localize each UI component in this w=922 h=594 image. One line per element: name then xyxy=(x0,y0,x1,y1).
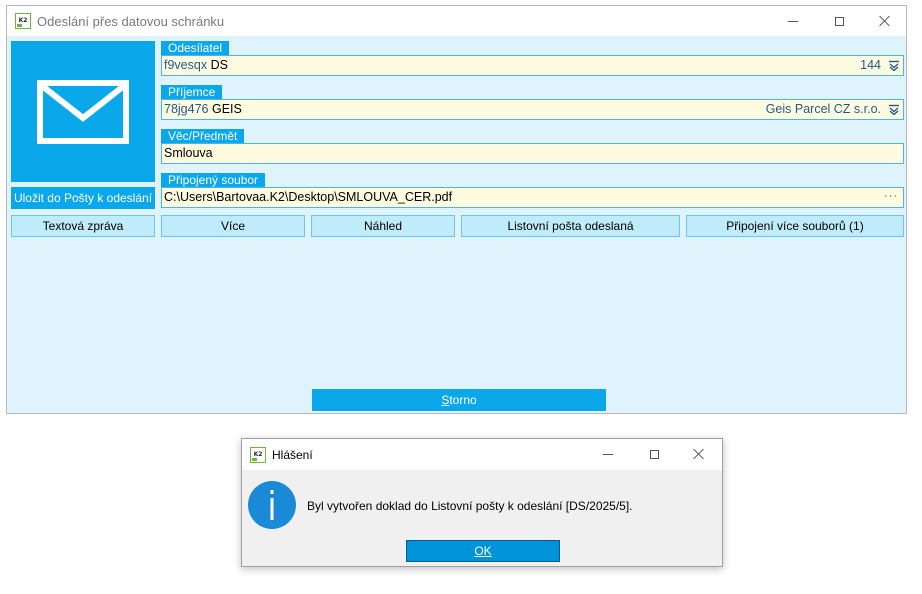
sender-code: f9vesqx xyxy=(164,58,208,72)
attachment-label: Připojený soubor xyxy=(161,173,266,187)
more-button[interactable]: Více xyxy=(161,215,305,237)
title-bar[interactable]: K2 Odeslání přes datovou schránku xyxy=(7,6,906,36)
window-title: Odeslání přes datovou schránku xyxy=(37,14,225,29)
info-icon xyxy=(248,481,296,529)
dialog-message: Byl vytvořen doklad do Listovní pošty k … xyxy=(307,499,633,513)
minimize-icon xyxy=(788,20,798,22)
minimize-button[interactable] xyxy=(770,6,816,36)
minimize-icon xyxy=(603,453,613,455)
recipient-code: 78jg476 xyxy=(164,102,209,116)
sender-name: DS xyxy=(210,58,228,72)
k2-app-icon: K2 xyxy=(15,13,31,29)
ok-button[interactable]: OK xyxy=(406,540,560,562)
ok-label: OK xyxy=(474,544,492,558)
message-dialog: K2 Hlášení Byl vytvořen doklad do Listov… xyxy=(241,438,723,567)
maximize-icon xyxy=(834,16,844,26)
attachment-path: C:\Users\Bartovaa.K2\Desktop\SMLOUVA_CER… xyxy=(164,190,453,204)
subject-field[interactable]: Smlouva xyxy=(161,143,904,164)
sender-field[interactable]: f9vesqx DS 144 xyxy=(161,55,904,76)
sent-mail-button[interactable]: Listovní pošta odeslaná xyxy=(461,215,680,237)
dialog-close-button[interactable] xyxy=(676,439,722,469)
dropdown-icon[interactable] xyxy=(888,60,900,71)
dialog-title-bar[interactable]: K2 Hlášení xyxy=(242,439,722,470)
send-via-databox-window: K2 Odeslání přes datovou schránku Uložit… xyxy=(6,5,907,414)
window-client-area: Uložit do Pošty k odeslání Odesílatel f9… xyxy=(7,36,906,413)
mailbox-tile xyxy=(11,41,155,182)
sender-label: Odesílatel xyxy=(161,41,230,55)
maximize-icon xyxy=(649,449,659,459)
close-button[interactable] xyxy=(862,6,908,36)
recipient-name: GEIS xyxy=(211,102,242,116)
sender-number: 144 xyxy=(860,58,881,72)
k2-app-icon: K2 xyxy=(250,447,266,463)
close-icon xyxy=(879,15,891,27)
cancel-button[interactable]: Storno xyxy=(312,389,606,411)
attachment-field[interactable]: C:\Users\Bartovaa.K2\Desktop\SMLOUVA_CER… xyxy=(161,187,904,208)
recipient-label: Příjemce xyxy=(161,85,223,99)
attach-more-files-button[interactable]: Připojení více souborů (1) xyxy=(686,215,904,237)
dropdown-icon[interactable] xyxy=(888,104,900,115)
close-icon xyxy=(693,448,705,460)
save-to-outgoing-button[interactable]: Uložit do Pošty k odeslání xyxy=(11,187,155,209)
browse-icon[interactable]: ··· xyxy=(884,187,898,206)
maximize-button[interactable] xyxy=(816,6,862,36)
cancel-accelerator: S xyxy=(441,393,450,407)
subject-label: Věc/Předmět xyxy=(161,129,245,143)
preview-button[interactable]: Náhled xyxy=(311,215,455,237)
subject-value: Smlouva xyxy=(164,146,213,160)
dialog-minimize-button[interactable] xyxy=(585,439,631,469)
envelope-icon xyxy=(37,79,129,144)
recipient-company: Geis Parcel CZ s.r.o. xyxy=(765,102,881,116)
dialog-body: Byl vytvořen doklad do Listovní pošty k … xyxy=(242,470,722,566)
dialog-maximize-button[interactable] xyxy=(631,439,677,469)
recipient-field[interactable]: 78jg476 GEIS Geis Parcel CZ s.r.o. xyxy=(161,99,904,120)
cancel-label: torno xyxy=(449,393,477,407)
dialog-title: Hlášení xyxy=(272,448,313,462)
text-message-button[interactable]: Textová zpráva xyxy=(11,215,155,237)
